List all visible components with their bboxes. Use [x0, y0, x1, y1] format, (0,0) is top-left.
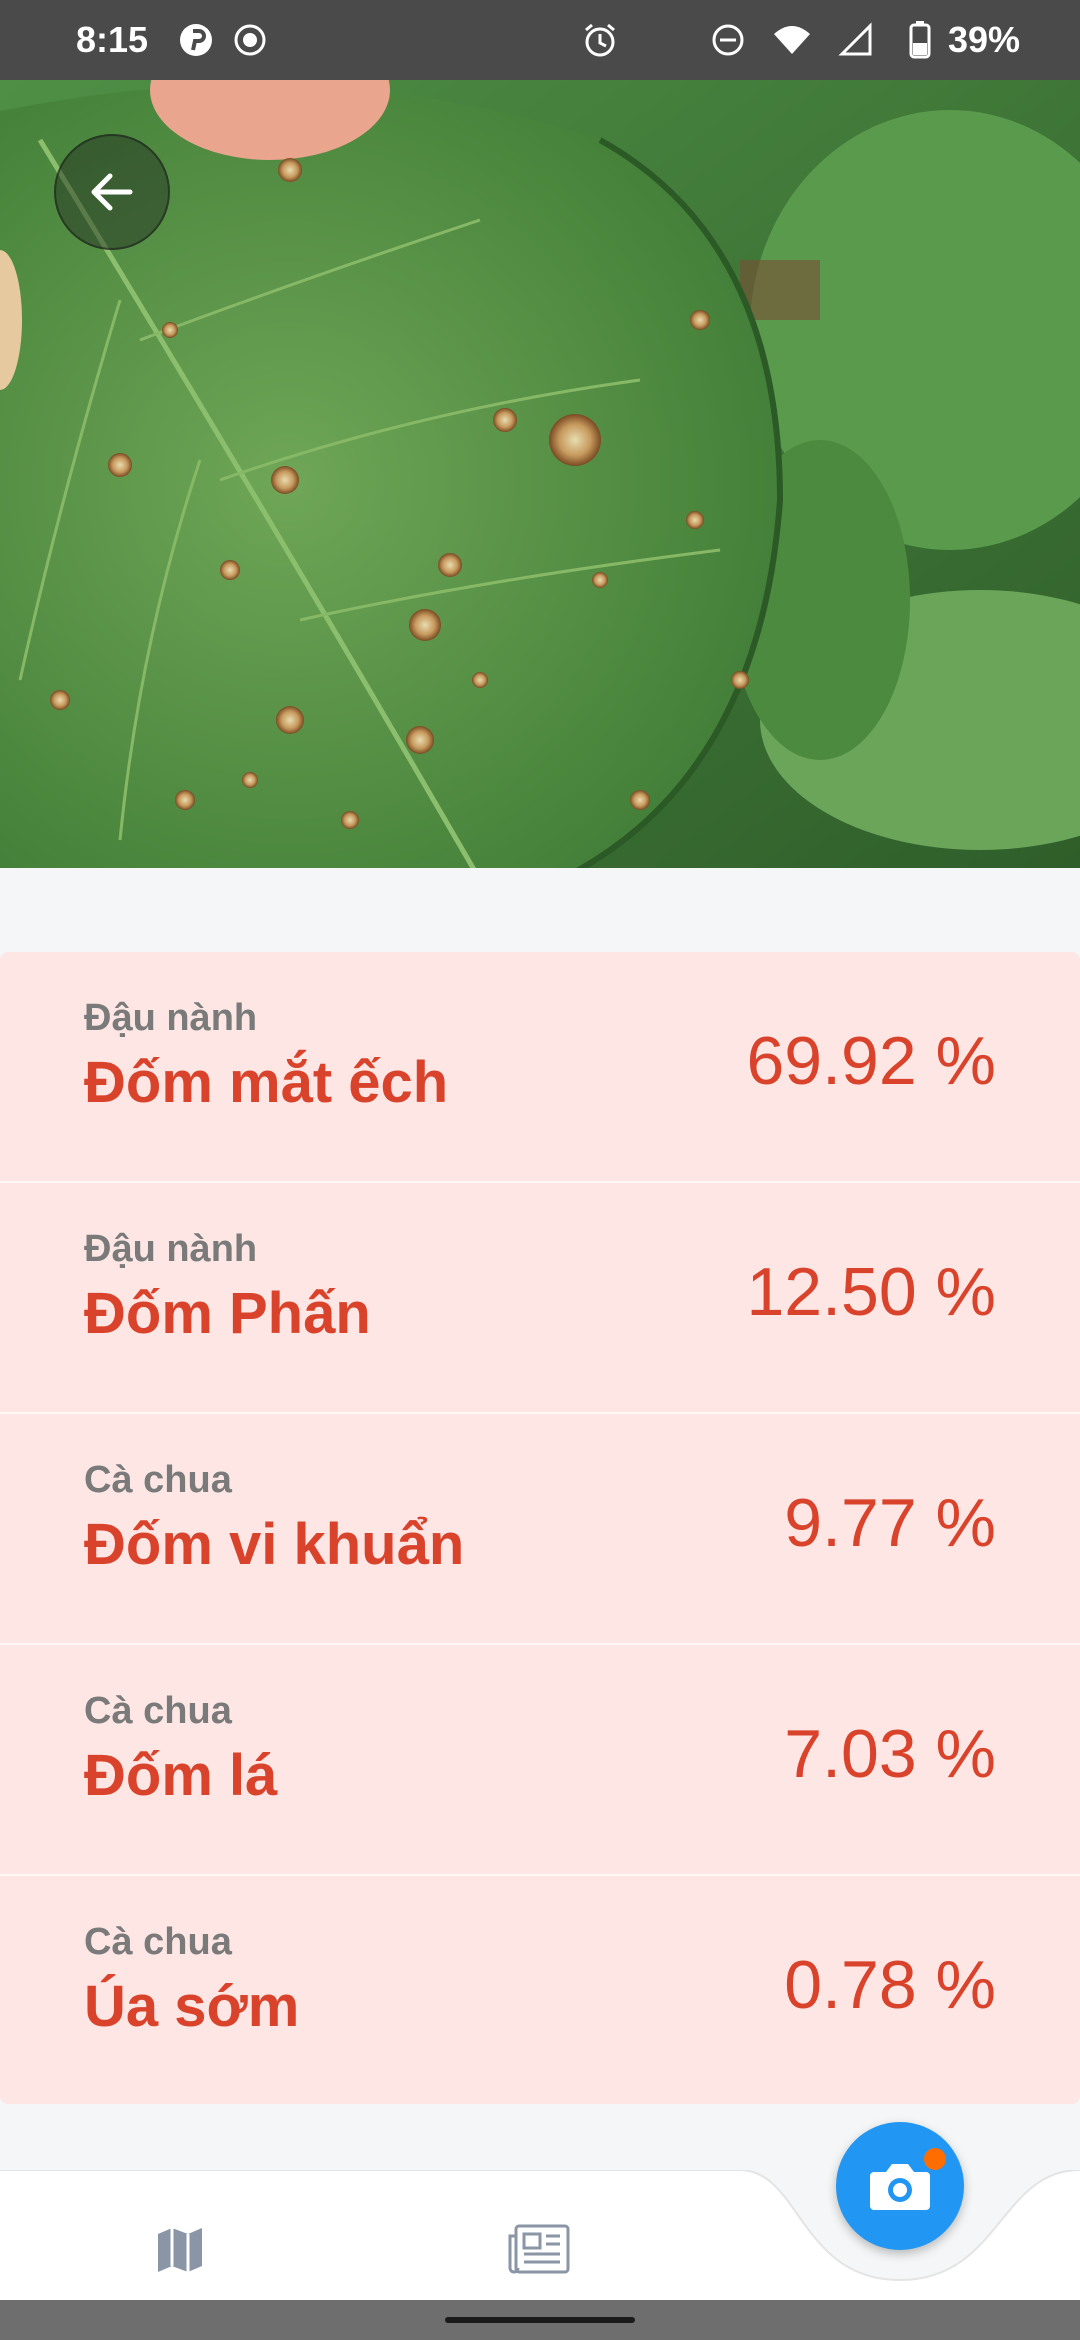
pinterest-icon [176, 20, 216, 60]
home-gesture-handle[interactable] [445, 2317, 635, 2323]
battery-icon [900, 20, 940, 60]
confidence-percent: 9.77 % [784, 1485, 996, 1561]
confidence-percent: 69.92 % [746, 1023, 996, 1099]
status-bar: 8:15 39% [0, 0, 1080, 80]
result-item[interactable]: Đậu nành Đốm mắt ếch 69.92 % [0, 952, 1080, 1183]
back-button[interactable] [54, 134, 170, 250]
record-icon [230, 20, 270, 60]
diagnosis-results-list: Đậu nành Đốm mắt ếch 69.92 % Đậu nành Đố… [0, 952, 1080, 2104]
news-icon [508, 2224, 570, 2274]
map-icon [158, 2228, 202, 2272]
system-gesture-bar [0, 2300, 1080, 2340]
confidence-percent: 7.03 % [784, 1716, 996, 1792]
result-item[interactable]: Đậu nành Đốm Phấn 12.50 % [0, 1183, 1080, 1414]
news-nav-button[interactable] [500, 2210, 580, 2290]
camera-button[interactable] [836, 2122, 964, 2250]
result-item[interactable]: Cà chua Đốm vi khuẩn 9.77 % [0, 1414, 1080, 1645]
arrow-left-icon [91, 173, 133, 211]
alarm-icon [580, 20, 620, 60]
wifi-icon [772, 20, 812, 60]
status-time: 8:15 [76, 19, 149, 60]
confidence-percent: 0.78 % [784, 1947, 996, 2023]
result-item[interactable]: Cà chua Úa sớm 0.78 % [0, 1876, 1080, 2107]
camera-icon [870, 2164, 930, 2210]
confidence-percent: 12.50 % [746, 1254, 996, 1330]
notification-badge [924, 2148, 946, 2170]
result-item[interactable]: Cà chua Đốm lá 7.03 % [0, 1645, 1080, 1876]
map-nav-button[interactable] [140, 2210, 220, 2290]
battery-percent: 39% [947, 19, 1020, 60]
signal-icon [836, 20, 876, 60]
do-not-disturb-icon [708, 20, 748, 60]
